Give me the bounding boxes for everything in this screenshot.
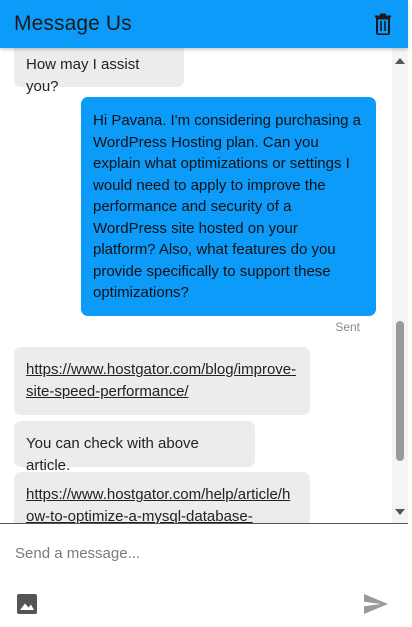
agent-message: https://www.hostgator.com/blog/improve-s… — [14, 347, 310, 415]
scroll-down-arrow-icon[interactable] — [395, 509, 405, 515]
chat-title: Message Us — [14, 12, 132, 35]
chat-header: Message Us — [0, 0, 408, 48]
message-status: Sent — [335, 320, 360, 334]
article-link[interactable]: https://www.hostgator.com/blog/improve-s… — [26, 361, 296, 400]
scroll-up-arrow-icon[interactable] — [395, 58, 405, 64]
window-edge — [408, 0, 412, 627]
scrollbar[interactable] — [392, 48, 408, 523]
article-link[interactable]: https://www.hostgator.com/help/article/h… — [26, 486, 290, 523]
message-input[interactable] — [15, 542, 375, 564]
agent-message: https://www.hostgator.com/help/article/h… — [14, 472, 310, 523]
message-list[interactable]: How may I assist you? Hi Pavana. I'm con… — [0, 48, 408, 523]
send-icon[interactable] — [363, 592, 389, 616]
agent-message: You can check with above article. — [14, 421, 255, 474]
agent-message: How may I assist you? — [14, 48, 184, 95]
message-text: You can check with above article. — [26, 435, 199, 474]
scrollbar-thumb[interactable] — [396, 321, 404, 461]
message-composer — [0, 523, 408, 627]
user-message: Hi Pavana. I'm considering purchasing a … — [81, 97, 376, 316]
image-icon[interactable] — [16, 593, 38, 615]
message-text: Hi Pavana. I'm considering purchasing a … — [93, 112, 362, 301]
message-text: How may I assist you? — [26, 56, 140, 95]
trash-icon[interactable] — [372, 12, 394, 36]
